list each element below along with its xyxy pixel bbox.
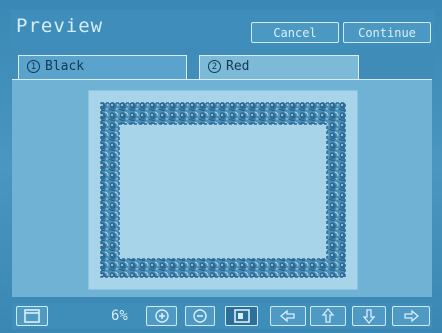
page-title: Preview: [16, 15, 104, 37]
cancel-button[interactable]: Cancel: [251, 22, 339, 43]
tab-label-black: Black: [45, 59, 85, 74]
pan-right-button[interactable]: [392, 306, 430, 326]
pan-right-icon: [404, 309, 420, 323]
page-icon: [24, 309, 40, 323]
fit-page-button[interactable]: [225, 306, 258, 326]
tab-label-red: Red: [226, 59, 250, 74]
zoom-out-button[interactable]: [185, 306, 215, 326]
pan-left-button[interactable]: [270, 306, 306, 326]
preview-page: [89, 91, 357, 289]
tab-number-2-icon: 2: [208, 60, 221, 73]
continue-button[interactable]: Continue: [343, 22, 431, 43]
pan-up-icon: [321, 307, 335, 323]
tab-number-1-icon: 1: [27, 60, 40, 73]
tab-strip-filler: [359, 55, 434, 79]
tab-red[interactable]: 2 Red: [199, 55, 359, 79]
pan-down-icon: [362, 309, 376, 325]
floral-border-pattern: [100, 102, 346, 278]
zoom-level: 6%: [111, 308, 128, 324]
zoom-in-icon: [154, 309, 169, 323]
pan-up-button[interactable]: [310, 306, 346, 326]
zoom-out-icon: [193, 309, 207, 323]
pan-left-icon: [279, 309, 295, 323]
pan-down-button[interactable]: [352, 306, 386, 326]
fit-page-icon: [233, 309, 250, 323]
page-button[interactable]: [16, 306, 48, 326]
zoom-in-button[interactable]: [146, 306, 177, 326]
tab-black[interactable]: 1 Black: [18, 55, 187, 79]
